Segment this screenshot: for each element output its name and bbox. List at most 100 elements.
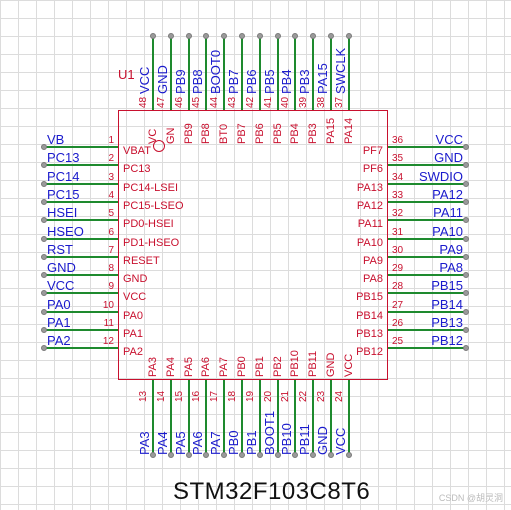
net-label[interactable]: PA7	[208, 431, 223, 455]
pin-number: 32	[392, 208, 404, 220]
pin-name: PA9	[363, 254, 383, 267]
net-label[interactable]: SWDIO	[419, 170, 463, 183]
pin-terminal[interactable]	[463, 235, 469, 242]
pin-name: PA6	[200, 357, 213, 377]
net-label[interactable]: PB1	[244, 430, 259, 455]
pin-terminal[interactable]	[274, 33, 281, 39]
net-label[interactable]: PA3	[137, 431, 152, 455]
pin-terminal[interactable]	[310, 33, 317, 39]
net-label[interactable]: PB8	[190, 69, 205, 94]
net-label[interactable]: SWCLK	[333, 48, 348, 94]
pin-name: PB9	[182, 123, 195, 144]
net-label[interactable]: PC14	[47, 170, 80, 183]
watermark: CSDN @胡灵洞	[438, 493, 503, 503]
pin-terminal[interactable]	[203, 33, 210, 39]
net-label[interactable]: PB4	[279, 69, 294, 94]
pin-terminal[interactable]	[463, 345, 469, 352]
net-label[interactable]: PA1	[47, 316, 71, 329]
pin-name: PB6	[253, 123, 266, 144]
pin-terminal[interactable]	[167, 33, 174, 39]
pin-terminal[interactable]	[239, 33, 245, 39]
net-label[interactable]: HSEO	[47, 225, 84, 238]
net-label[interactable]: VCC	[47, 279, 74, 292]
pin-terminal[interactable]	[463, 198, 469, 205]
pin-terminal[interactable]	[463, 308, 469, 315]
pin-name: PD1-HSEO	[123, 236, 180, 249]
pin-number: 1	[108, 135, 114, 146]
pin-number: 25	[392, 336, 404, 348]
net-label[interactable]: VCC	[436, 133, 463, 146]
net-label[interactable]: PA12	[432, 188, 463, 201]
pin-wire	[241, 36, 243, 110]
pin-number: 48	[138, 96, 149, 108]
pin-wire	[312, 36, 315, 110]
net-label[interactable]: PA5	[173, 431, 188, 455]
pin-terminal[interactable]	[463, 180, 469, 187]
pin-terminal[interactable]	[185, 33, 192, 39]
pin-terminal[interactable]	[345, 33, 352, 39]
net-label[interactable]: PA8	[439, 261, 463, 274]
net-label[interactable]: PB6	[244, 69, 259, 94]
pin-terminal[interactable]	[292, 33, 299, 39]
net-label[interactable]: BOOT0	[208, 50, 223, 94]
pin-name: VCC	[123, 291, 147, 304]
net-label[interactable]: PB7	[226, 69, 241, 94]
net-label[interactable]: VCC	[137, 67, 152, 94]
pin-name: PA8	[363, 273, 383, 286]
pin-wire	[223, 380, 226, 455]
pin-terminal[interactable]	[256, 33, 263, 39]
net-label[interactable]: GND	[434, 151, 463, 164]
net-label[interactable]: PA9	[439, 243, 463, 256]
pin-name: PB13	[356, 328, 383, 340]
pin-number: 4	[108, 189, 114, 201]
pin-name: PA13	[356, 181, 383, 194]
net-label[interactable]: PA4	[155, 431, 170, 455]
net-label[interactable]: PB3	[297, 69, 312, 94]
pin-terminal[interactable]	[221, 33, 228, 39]
pin-number: 37	[333, 96, 345, 108]
pin-terminal[interactable]	[463, 327, 469, 333]
pin-name: PA7	[218, 357, 231, 377]
net-label[interactable]: PB5	[262, 69, 277, 94]
pin-terminal[interactable]	[463, 253, 469, 260]
net-label[interactable]: PB12	[431, 334, 463, 347]
net-label[interactable]: PA11	[433, 206, 463, 219]
pin-terminal[interactable]	[463, 162, 469, 169]
net-label[interactable]: HSEI	[47, 206, 77, 219]
pin-name: VCC	[342, 353, 355, 377]
net-label[interactable]: RST	[47, 243, 73, 256]
net-label[interactable]: PB9	[173, 69, 188, 94]
pin-terminal[interactable]	[463, 290, 469, 297]
net-label[interactable]: PA0	[47, 298, 71, 311]
net-label[interactable]: GND	[155, 65, 170, 94]
net-label[interactable]: PA15	[315, 63, 330, 94]
net-label[interactable]: VB	[47, 133, 64, 146]
net-label[interactable]: VCC	[333, 428, 348, 455]
pin-terminal[interactable]	[150, 33, 156, 39]
net-label[interactable]: PA6	[190, 431, 205, 455]
net-label[interactable]: PC13	[47, 151, 80, 164]
pin-name: PB0	[236, 356, 248, 377]
net-label[interactable]: PB14	[431, 298, 463, 311]
pin-terminal[interactable]	[463, 272, 469, 279]
pin-terminal[interactable]	[463, 217, 469, 224]
pin-terminal[interactable]	[328, 33, 334, 39]
pin-number: 8	[108, 263, 114, 275]
net-label[interactable]: GND	[47, 261, 76, 274]
net-label[interactable]: PA2	[47, 334, 71, 347]
net-label[interactable]: PB11	[297, 424, 312, 455]
net-label[interactable]: PC15	[47, 188, 80, 201]
pin-number: 40	[280, 96, 292, 108]
pin-name: BT0	[218, 123, 231, 144]
net-label[interactable]: GND	[315, 426, 330, 455]
pin-terminal[interactable]	[463, 144, 469, 150]
net-label[interactable]: PB0	[226, 430, 241, 455]
net-label[interactable]: PB13	[431, 316, 463, 329]
net-label[interactable]: PA10	[432, 225, 463, 238]
pin-number: 26	[392, 318, 404, 329]
net-label[interactable]: PB15	[431, 279, 463, 292]
net-label[interactable]: BOOT1	[262, 411, 277, 455]
pin-name: PC14-LSEI	[123, 181, 179, 194]
net-label[interactable]: PB10	[279, 423, 294, 455]
pin-number: 31	[392, 226, 404, 238]
